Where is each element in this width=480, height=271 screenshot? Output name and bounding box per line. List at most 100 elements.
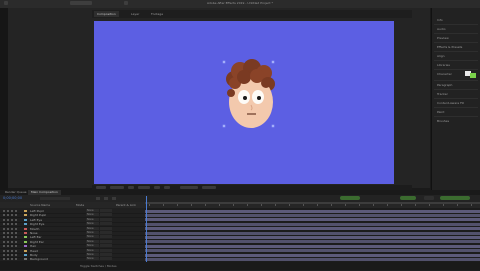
panel-brushes[interactable]: Brushes — [437, 119, 449, 123]
header-mode[interactable]: Mode — [76, 203, 84, 207]
layer-duration-bar[interactable] — [145, 218, 480, 222]
parent-dropdown[interactable] — [100, 213, 112, 217]
motion-blur-icon[interactable] — [104, 197, 108, 200]
grid-icon[interactable] — [164, 186, 170, 189]
layer-switch-icon[interactable] — [15, 236, 17, 239]
layer-switch-icon[interactable] — [15, 240, 17, 243]
layer-name[interactable]: Nose — [30, 231, 38, 235]
layer-switch-icon[interactable] — [3, 227, 5, 230]
layer-switch-icon[interactable] — [3, 232, 5, 234]
parent-dropdown[interactable] — [100, 226, 112, 230]
stroke-color-swatch[interactable] — [470, 73, 476, 78]
header-source-name[interactable]: Source Name — [30, 203, 50, 207]
work-area-marker[interactable] — [400, 196, 416, 200]
panel-paint[interactable]: Paint — [437, 110, 444, 114]
layer-switch-icon[interactable] — [15, 218, 17, 221]
resolution-dropdown[interactable] — [138, 186, 150, 189]
layer-name[interactable]: Hair — [30, 244, 36, 248]
mode-dropdown[interactable]: None — [86, 253, 99, 256]
layer-switch-icon[interactable] — [7, 232, 9, 234]
layer-switch-icon[interactable] — [7, 240, 9, 243]
camera-icon[interactable] — [128, 186, 134, 189]
label-color[interactable] — [24, 232, 27, 234]
parent-dropdown[interactable] — [100, 257, 112, 261]
mode-dropdown[interactable]: None — [86, 244, 99, 248]
mode-dropdown[interactable]: None — [86, 213, 99, 217]
parent-dropdown[interactable] — [100, 209, 112, 212]
layer-switch-icon[interactable] — [15, 245, 17, 248]
panel-content-aware-fill[interactable]: Content-Aware Fill — [437, 101, 464, 105]
layer-switch-icon[interactable] — [7, 218, 9, 221]
layer-duration-bar[interactable] — [145, 244, 480, 248]
layer-switch-icon[interactable] — [7, 254, 9, 256]
label-color[interactable] — [24, 236, 27, 239]
label-color[interactable] — [24, 210, 27, 212]
layer-name[interactable]: Mouth — [30, 227, 39, 231]
panel-audio[interactable]: Audio — [437, 27, 446, 31]
parent-dropdown[interactable] — [100, 239, 112, 243]
layer-name[interactable]: Head — [30, 249, 38, 253]
mode-dropdown[interactable]: None — [86, 257, 99, 261]
layer-duration-bar[interactable] — [145, 231, 480, 235]
mode-dropdown[interactable]: None — [86, 248, 99, 252]
panel-tracker[interactable]: Tracker — [437, 92, 448, 96]
work-area-marker[interactable] — [440, 196, 470, 200]
layer-duration-bar[interactable] — [145, 240, 480, 244]
layer-switch-icon[interactable] — [7, 214, 9, 217]
layer-switch-icon[interactable] — [3, 258, 5, 261]
composition-canvas[interactable] — [94, 21, 394, 184]
layer-duration-bar[interactable] — [145, 253, 480, 257]
work-area-bar[interactable] — [145, 202, 480, 204]
current-time-indicator[interactable] — [146, 196, 147, 262]
layer-switch-icon[interactable] — [7, 227, 9, 230]
layer-switch-icon[interactable] — [15, 227, 17, 230]
label-color[interactable] — [24, 258, 27, 261]
label-color[interactable] — [24, 218, 27, 221]
layer-switch-icon[interactable] — [3, 218, 5, 221]
panel-paragraph[interactable]: Paragraph — [437, 83, 452, 87]
layer-switch-icon[interactable] — [11, 218, 13, 221]
mode-dropdown[interactable]: None — [86, 209, 99, 212]
label-color[interactable] — [24, 223, 27, 226]
layer-switch-icon[interactable] — [15, 214, 17, 217]
layer-switch-icon[interactable] — [3, 214, 5, 217]
views-dropdown[interactable] — [202, 186, 216, 189]
zoom-slider[interactable] — [424, 196, 434, 200]
layer-switch-icon[interactable] — [11, 249, 13, 252]
layer-switch-icon[interactable] — [11, 227, 13, 230]
layer-switch-icon[interactable] — [7, 245, 9, 248]
layer-switch-icon[interactable] — [15, 254, 17, 256]
graph-editor-icon[interactable] — [112, 197, 116, 200]
layer-switch-icon[interactable] — [11, 223, 13, 226]
layer-switch-icon[interactable] — [11, 232, 13, 234]
layer-duration-bar[interactable] — [145, 235, 480, 239]
layer-switch-icon[interactable] — [3, 210, 5, 212]
label-color[interactable] — [24, 245, 27, 248]
tab-composition[interactable]: Composition — [94, 11, 119, 17]
layer-switch-icon[interactable] — [15, 258, 17, 261]
layer-switch-icon[interactable] — [7, 223, 9, 226]
mode-dropdown[interactable]: None — [86, 217, 99, 221]
layer-switch-icon[interactable] — [3, 249, 5, 252]
parent-dropdown[interactable] — [100, 222, 112, 226]
layer-switch-icon[interactable] — [15, 232, 17, 234]
layer-name[interactable]: Background — [30, 257, 48, 261]
label-color[interactable] — [24, 227, 27, 230]
layer-name[interactable]: Right Eye — [30, 222, 44, 226]
label-color[interactable] — [24, 214, 27, 217]
layer-switch-icon[interactable] — [11, 236, 13, 239]
layer-switch-icon[interactable] — [3, 236, 5, 239]
layer-switch-icon[interactable] — [7, 210, 9, 212]
parent-dropdown[interactable] — [100, 231, 112, 234]
panel-libraries[interactable]: Libraries — [437, 63, 450, 67]
zoom-dropdown[interactable] — [96, 186, 106, 189]
mode-dropdown[interactable]: None — [86, 226, 99, 230]
layer-switch-icon[interactable] — [7, 236, 9, 239]
layer-switch-icon[interactable] — [11, 254, 13, 256]
timeline-timecode[interactable]: 0;00;00;00 — [3, 196, 22, 200]
layer-name[interactable]: Left Ear — [30, 235, 42, 239]
work-area-marker[interactable] — [340, 196, 360, 200]
layer-switch-icon[interactable] — [15, 249, 17, 252]
panel-info[interactable]: Info — [437, 18, 443, 22]
layer-search-input[interactable] — [40, 197, 70, 200]
